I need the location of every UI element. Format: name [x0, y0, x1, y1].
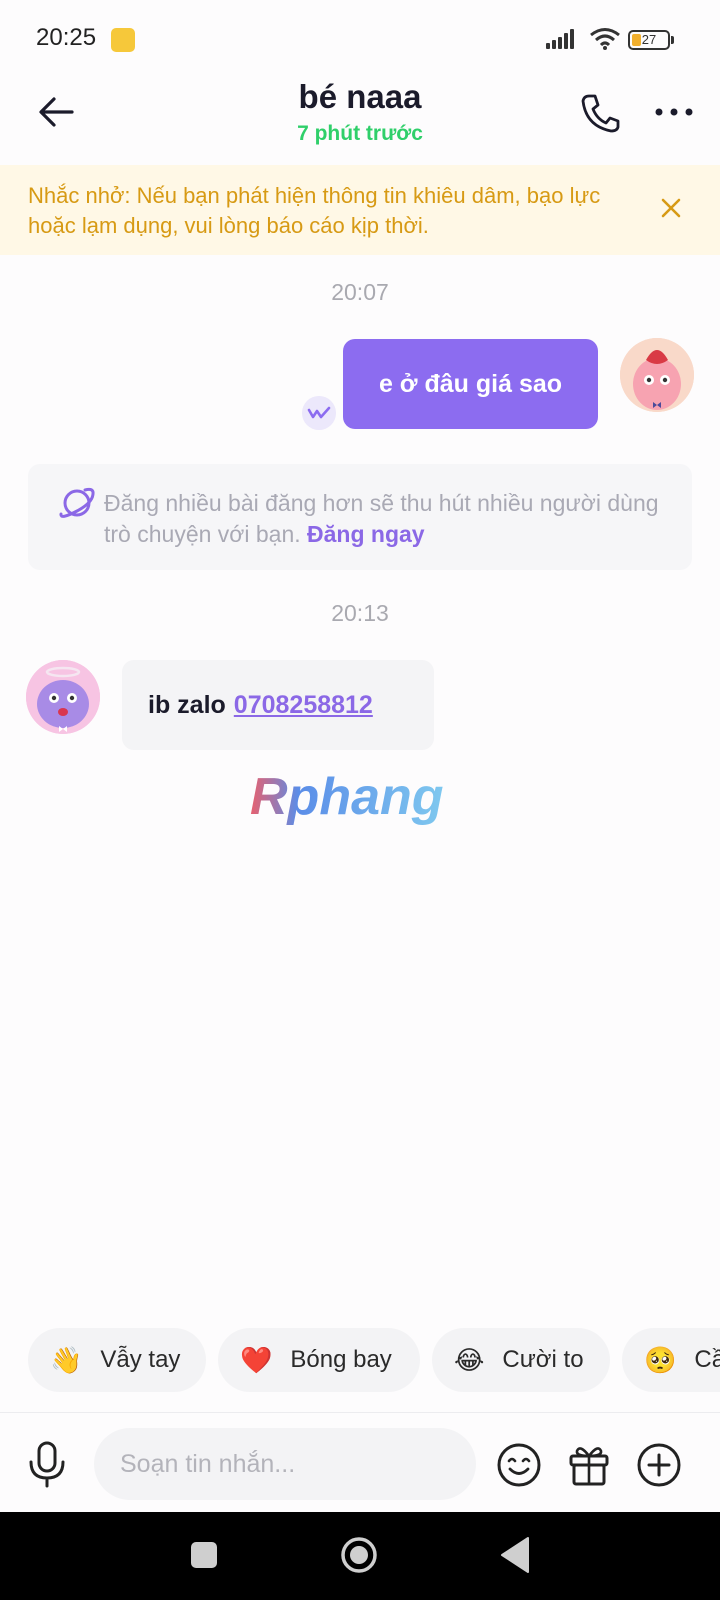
microphone-icon[interactable] [26, 1440, 68, 1488]
close-icon[interactable] [656, 193, 686, 223]
watermark-text: Rphang [250, 770, 444, 826]
sent-message-bubble[interactable]: e ở đâu giá sao [343, 339, 598, 429]
reaction-label: Cười to [502, 1346, 584, 1373]
battery-icon: 27 [628, 30, 670, 50]
my-avatar[interactable] [620, 338, 694, 412]
phone-number-link[interactable]: 0708258812 [234, 691, 373, 720]
reaction-label: Cầ [694, 1346, 720, 1373]
reaction-label: Bóng bay [290, 1346, 392, 1373]
tip-text: Đăng nhiều bài đăng hơn sẽ thu hút nhiều… [104, 488, 674, 550]
home-icon[interactable] [339, 1535, 379, 1575]
gift-icon[interactable] [566, 1442, 612, 1488]
add-icon[interactable] [636, 1442, 682, 1488]
message-timestamp: 20:13 [331, 600, 389, 626]
composer-divider [0, 1412, 720, 1413]
recent-apps-icon[interactable] [191, 1542, 217, 1568]
post-now-link[interactable]: Đăng ngay [307, 521, 425, 547]
emoji-icon[interactable] [496, 1442, 542, 1488]
more-options-icon[interactable] [654, 102, 694, 122]
reaction-chip-laugh[interactable]: 😂 Cười to [432, 1328, 610, 1392]
reaction-chip-balloon[interactable]: ❤️ Bóng bay [218, 1328, 420, 1392]
wave-icon: 👋 [50, 1344, 83, 1375]
received-message-bubble[interactable]: ib zalo 0708258812 [122, 660, 434, 750]
phone-call-icon[interactable] [580, 92, 620, 134]
pleading-face-icon: 🥺 [644, 1344, 677, 1375]
watermark-logo: Rphang [250, 770, 444, 826]
read-receipt-icon [302, 396, 336, 430]
signal-icon [546, 29, 580, 49]
laughing-face-icon: 😂 [454, 1344, 485, 1375]
sim-icon [111, 28, 135, 52]
contact-avatar[interactable] [26, 660, 100, 734]
received-message-text: ib zalo [148, 690, 226, 719]
reminder-text: Nhắc nhở: Nếu bạn phát hiện thông tin kh… [28, 183, 601, 238]
planet-icon [59, 487, 95, 518]
status-time: 20:25 [36, 24, 97, 51]
heart-icon: ❤️ [240, 1344, 273, 1375]
back-triangle-icon[interactable] [500, 1536, 530, 1574]
safety-reminder-banner: Nhắc nhở: Nếu bạn phát hiện thông tin kh… [0, 165, 720, 255]
wifi-icon [590, 28, 620, 50]
reaction-chip-wave[interactable]: 👋 Vẫy tay [28, 1328, 206, 1392]
reaction-chip-pleading[interactable]: 🥺 Cầ [622, 1328, 720, 1392]
post-tip-box: Đăng nhiều bài đăng hơn sẽ thu hút nhiều… [28, 464, 692, 570]
battery-tip [671, 36, 674, 44]
battery-level: 27 [641, 32, 657, 47]
message-input[interactable] [94, 1428, 476, 1500]
message-timestamp: 20:07 [331, 279, 389, 305]
reaction-label: Vẫy tay [100, 1346, 181, 1373]
system-navigation-bar [0, 1512, 720, 1600]
